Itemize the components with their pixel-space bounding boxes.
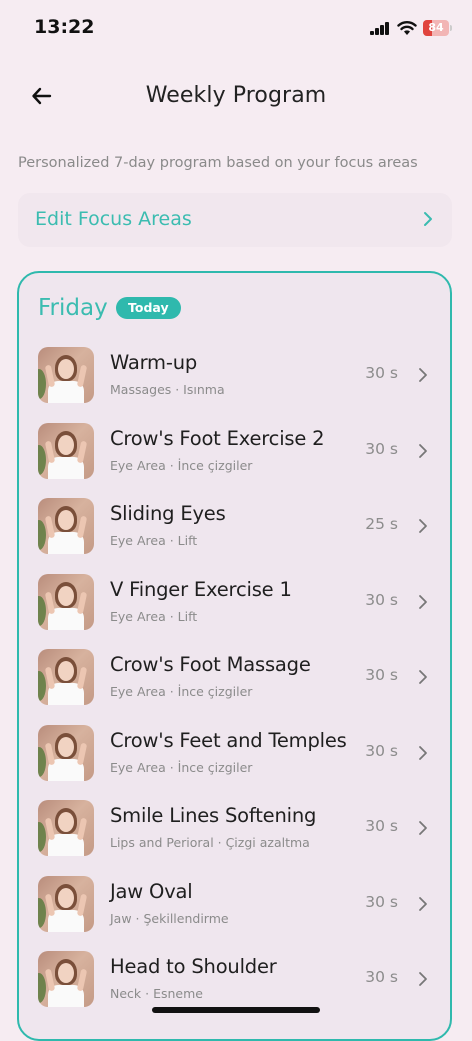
chevron-right-icon [419, 519, 427, 533]
exercise-row[interactable]: Warm-up Massages · Isınma 30 s [19, 343, 450, 417]
exercise-duration: 30 s [365, 742, 398, 760]
status-time: 13:22 [34, 16, 95, 38]
exercise-thumbnail [38, 423, 94, 479]
exercise-name: Head to Shoulder [110, 955, 277, 978]
day-name: Friday [38, 295, 108, 321]
exercise-duration: 30 s [365, 591, 398, 609]
exercise-thumbnail [38, 951, 94, 1007]
home-indicator [152, 1007, 320, 1013]
edit-focus-areas-label: Edit Focus Areas [35, 208, 192, 230]
cellular-signal-icon [370, 22, 390, 35]
battery-tip [450, 25, 452, 31]
exercise-duration: 30 s [365, 817, 398, 835]
exercise-name: Crow's Foot Massage [110, 653, 311, 676]
day-card: Friday Today Warm-up Massages · Isınma 3… [17, 271, 452, 1041]
exercise-meta: Eye Area · İnce çizgiler [110, 760, 253, 775]
chevron-right-icon [419, 368, 427, 382]
exercise-row[interactable]: Crow's Foot Massage Eye Area · İnce çizg… [19, 645, 450, 719]
status-bar: 13:22 84 [0, 0, 472, 56]
chevron-right-icon [419, 670, 427, 684]
exercise-meta: Eye Area · Lift [110, 533, 198, 548]
exercise-thumbnail [38, 800, 94, 856]
page-subtitle: Personalized 7-day program based on your… [18, 155, 418, 171]
exercise-row[interactable]: Crow's Feet and Temples Eye Area · İnce … [19, 721, 450, 795]
exercise-name: Jaw Oval [110, 880, 193, 903]
battery-icon: 84 [423, 20, 449, 36]
exercise-meta: Neck · Esneme [110, 986, 203, 1001]
exercise-meta: Eye Area · İnce çizgiler [110, 458, 253, 473]
exercise-row[interactable]: V Finger Exercise 1 Eye Area · Lift 30 s [19, 570, 450, 644]
exercise-thumbnail [38, 649, 94, 705]
chevron-right-icon [419, 821, 427, 835]
exercise-thumbnail [38, 347, 94, 403]
page-title: Weekly Program [145, 83, 327, 108]
exercise-thumbnail [38, 725, 94, 781]
exercise-duration: 30 s [365, 440, 398, 458]
exercise-duration: 25 s [365, 515, 398, 533]
exercise-meta: Lips and Perioral · Çizgi azaltma [110, 835, 310, 850]
exercise-meta: Eye Area · Lift [110, 609, 198, 624]
exercise-meta: Eye Area · İnce çizgiler [110, 684, 253, 699]
exercise-name: Smile Lines Softening [110, 804, 317, 827]
exercise-duration: 30 s [365, 893, 398, 911]
exercise-name: Crow's Feet and Temples [110, 729, 347, 752]
exercise-duration: 30 s [365, 364, 398, 382]
edit-focus-areas-button[interactable]: Edit Focus Areas [18, 193, 452, 247]
exercise-thumbnail [38, 876, 94, 932]
battery-level: 84 [428, 21, 444, 34]
exercise-thumbnail [38, 574, 94, 630]
exercise-row[interactable]: Sliding Eyes Eye Area · Lift 25 s [19, 494, 450, 568]
chevron-right-icon [419, 897, 427, 911]
exercise-row[interactable]: Smile Lines Softening Lips and Perioral … [19, 796, 450, 870]
exercise-name: Sliding Eyes [110, 502, 226, 525]
exercise-name: Crow's Foot Exercise 2 [110, 427, 325, 450]
chevron-right-icon [419, 595, 427, 609]
exercise-meta: Massages · Isınma [110, 382, 225, 397]
exercise-duration: 30 s [365, 968, 398, 986]
chevron-right-icon [419, 444, 427, 458]
exercise-name: V Finger Exercise 1 [110, 578, 292, 601]
wifi-icon [397, 21, 417, 35]
exercise-row[interactable]: Jaw Oval Jaw · Şekillendirme 30 s [19, 872, 450, 946]
exercise-duration: 30 s [365, 666, 398, 684]
exercise-row[interactable]: Crow's Foot Exercise 2 Eye Area · İnce ç… [19, 419, 450, 493]
chevron-right-icon [424, 212, 432, 226]
exercise-name: Warm-up [110, 351, 198, 374]
exercise-thumbnail [38, 498, 94, 554]
chevron-right-icon [419, 972, 427, 986]
chevron-right-icon [419, 746, 427, 760]
today-badge: Today [116, 297, 181, 319]
exercise-meta: Jaw · Şekillendirme [110, 911, 229, 926]
